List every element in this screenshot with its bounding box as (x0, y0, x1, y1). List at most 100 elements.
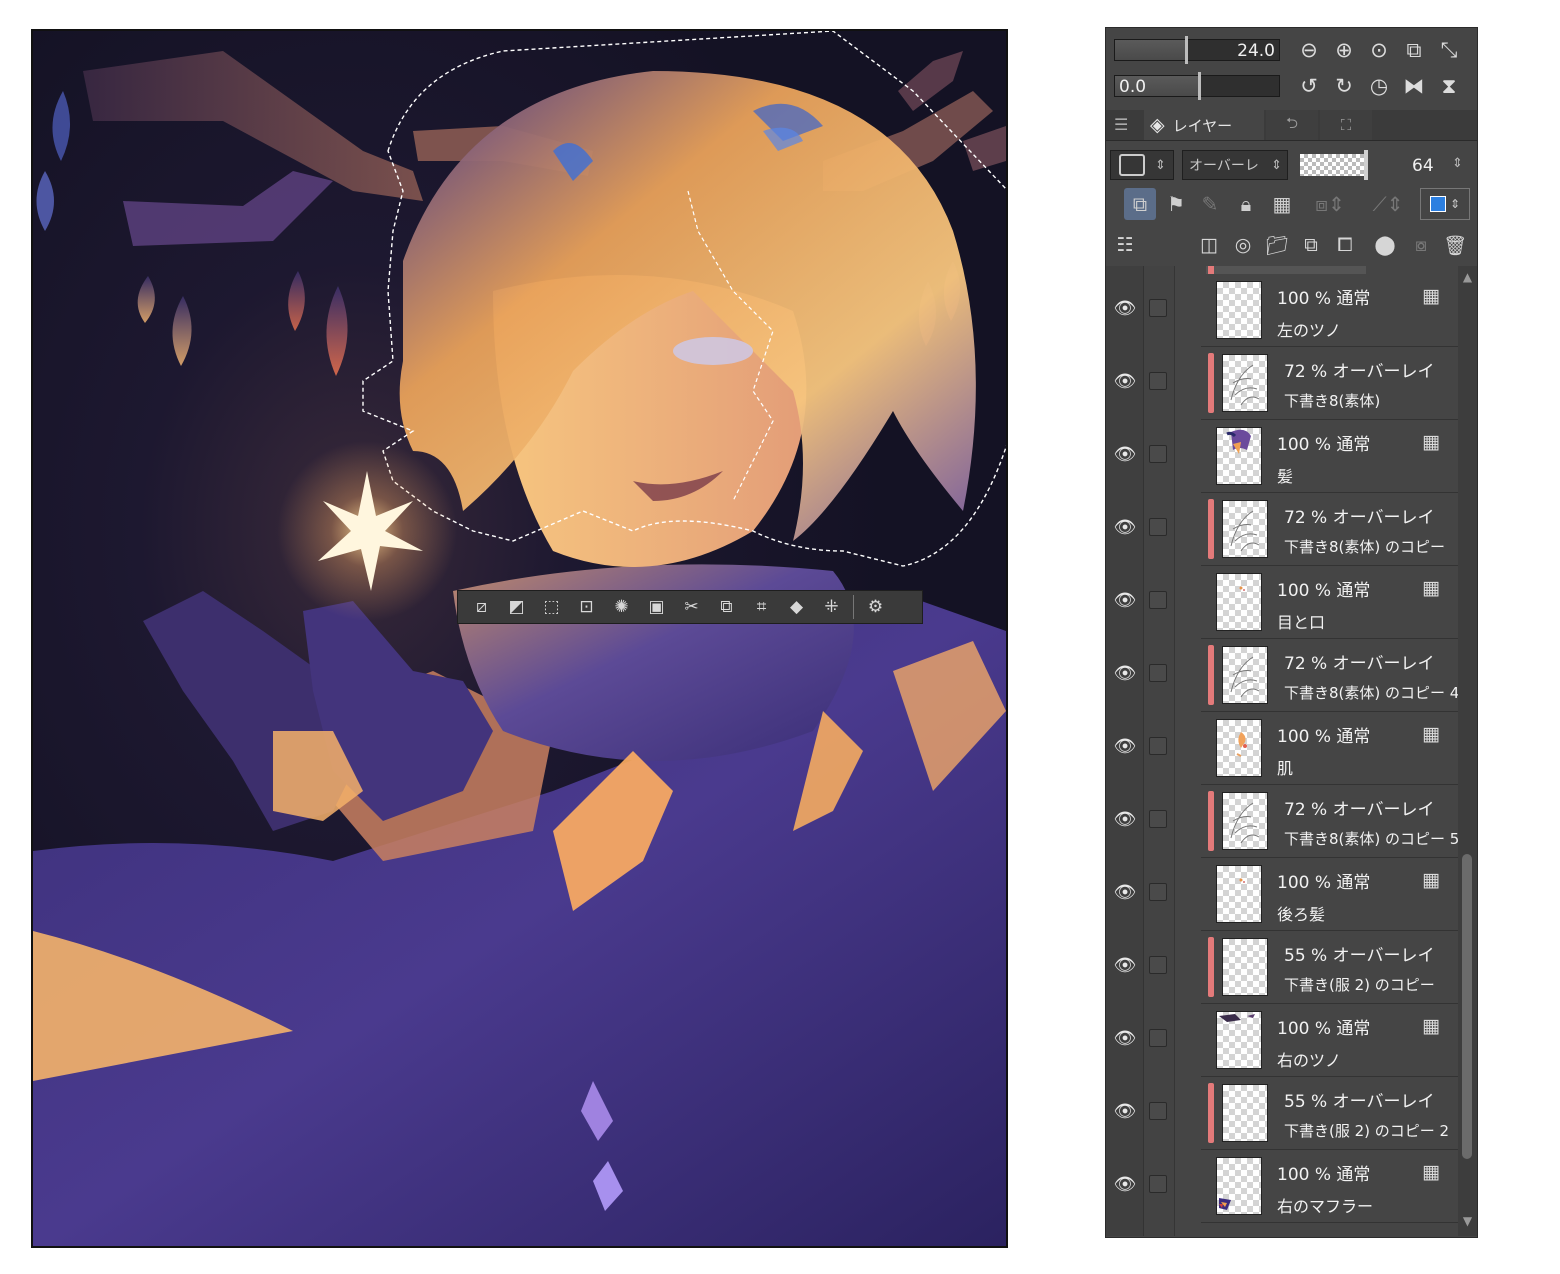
invert-selection-icon[interactable]: ◩ (499, 592, 534, 622)
rotation-slider[interactable]: 0.0 (1114, 72, 1280, 100)
layer-row[interactable]: 👁︎ 100 % 通常 後ろ髪 ▦ (1106, 858, 1458, 931)
layer-thumbnail[interactable] (1222, 938, 1268, 996)
reference-layer-icon[interactable]: ⚑ (1160, 188, 1192, 220)
eye-icon[interactable]: 👁︎ (1112, 517, 1138, 538)
layer-name[interactable]: 右のマフラー (1277, 1193, 1373, 1217)
layer-thumbnail[interactable] (1222, 354, 1268, 412)
ruler-toggle-icon[interactable]: ⟋⇕ (1366, 188, 1410, 220)
scroll-down-icon[interactable]: ▼ (1460, 1214, 1475, 1232)
edit-target-checkbox[interactable] (1149, 445, 1167, 463)
layer-row[interactable]: 👁︎ 55 % オーバーレイ 下書き(服 2) のコピー (1106, 931, 1458, 1004)
eye-icon[interactable]: 👁︎ (1112, 298, 1138, 319)
new-raster-layer-icon[interactable]: ◫ (1194, 230, 1224, 260)
create-mask-icon[interactable]: ⬤ (1370, 230, 1400, 260)
expression-color-select[interactable]: ⇕ (1110, 150, 1174, 180)
crop-icon[interactable]: ⌗ (744, 592, 779, 622)
lock-transparency-icon[interactable]: ▦ (1266, 188, 1298, 220)
layer-thumbnail[interactable] (1216, 427, 1262, 485)
edit-target-checkbox[interactable] (1149, 664, 1167, 682)
edit-target-checkbox[interactable] (1149, 1175, 1167, 1193)
layer-row[interactable]: 👁︎ 100 % 通常 右のツノ ▦ (1106, 1004, 1458, 1077)
rotate-right-icon[interactable]: ↻ (1328, 71, 1360, 101)
layer-name[interactable]: 下書き(服 2) のコピー 2 (1284, 1120, 1449, 1141)
eye-icon[interactable]: 👁︎ (1112, 882, 1138, 903)
layer-thumbnail[interactable] (1222, 792, 1268, 850)
edit-target-checkbox[interactable] (1149, 591, 1167, 609)
mask-toggle-icon[interactable]: ⧈⇕ (1308, 188, 1352, 220)
blend-mode-select[interactable]: オーバーレ ⇕ (1182, 150, 1288, 180)
edit-target-checkbox[interactable] (1149, 518, 1167, 536)
slider-knob[interactable] (1364, 150, 1368, 180)
new-vector-layer-icon[interactable]: ◎ (1228, 230, 1258, 260)
flip-vertical-icon[interactable]: ⧗ (1433, 71, 1465, 101)
edit-target-checkbox[interactable] (1149, 372, 1167, 390)
layer-name[interactable]: 肌 (1277, 755, 1293, 779)
shrink-selection-icon[interactable]: ⊡ (569, 592, 604, 622)
layer-row[interactable]: 👁︎ 72 % オーバーレイ 下書き8(素体) のコピー (1106, 493, 1458, 566)
layer-row[interactable]: 👁︎ 100 % 通常 目と口 ▦ (1106, 566, 1458, 639)
edit-target-checkbox[interactable] (1149, 883, 1167, 901)
layer-list-scrollbar[interactable]: ▲ ▼ (1458, 266, 1477, 1236)
eye-icon[interactable]: 👁︎ (1112, 955, 1138, 976)
panel-menu-icon[interactable]: ☰ (1114, 115, 1128, 134)
edit-target-checkbox[interactable] (1149, 1102, 1167, 1120)
layer-name[interactable]: 左のツノ (1277, 317, 1341, 341)
layer-name[interactable]: 下書き8(素体) のコピー (1284, 536, 1445, 557)
edit-target-checkbox[interactable] (1149, 737, 1167, 755)
copy-paste-icon[interactable]: ⧉ (709, 592, 744, 622)
fill-icon[interactable]: ◆ (779, 592, 814, 622)
cut-icon[interactable]: ✂ (674, 592, 709, 622)
slider-knob[interactable] (1185, 36, 1188, 64)
layer-list-menu-icon[interactable]: ☷ (1110, 230, 1140, 260)
layer-row[interactable]: 👁︎ 100 % 通常 左のツノ ▦ (1106, 274, 1458, 347)
eye-icon[interactable]: 👁︎ (1112, 736, 1138, 757)
layer-row[interactable]: 👁︎ 55 % オーバーレイ 下書き(服 2) のコピー 2 (1106, 1077, 1458, 1150)
rotate-left-icon[interactable]: ↺ (1293, 71, 1325, 101)
layer-name[interactable]: 下書き8(素体) のコピー 5 (1284, 828, 1458, 849)
deselect-icon[interactable]: ⧄ (464, 592, 499, 622)
trash-icon[interactable]: 🗑︎ (1440, 230, 1470, 260)
scroll-thumb[interactable] (1462, 854, 1472, 1159)
layer-row[interactable]: 👁︎ 72 % オーバーレイ 下書き8(素体) のコピー 5 (1106, 785, 1458, 858)
layer-name[interactable]: 下書き8(素体) のコピー 4 (1284, 682, 1458, 703)
canvas[interactable]: ⧄ ◩ ⬚ ⊡ ✺ ▣ ✂ ⧉ ⌗ ◆ ⁜ ⚙ (31, 29, 1008, 1248)
eye-icon[interactable]: 👁︎ (1112, 444, 1138, 465)
slider-knob[interactable] (1198, 72, 1201, 100)
opacity-slider[interactable] (1300, 150, 1368, 180)
fullscreen-icon[interactable]: ⤡ (1433, 35, 1465, 65)
clear-outside-icon[interactable]: ▣ (639, 592, 674, 622)
layer-name[interactable]: 下書き8(素体) (1284, 390, 1380, 411)
actual-size-icon[interactable]: ⊙ (1363, 35, 1395, 65)
layer-row[interactable]: 👁︎ 72 % オーバーレイ 下書き8(素体) のコピー 4 (1106, 639, 1458, 712)
layer-name[interactable]: 後ろ髪 (1277, 901, 1325, 925)
reset-rotation-icon[interactable]: ◷ (1363, 71, 1395, 101)
layer-thumbnail[interactable] (1216, 573, 1262, 631)
apply-mask-icon[interactable]: ⧇ (1406, 230, 1436, 260)
flip-horizontal-icon[interactable]: ⧓ (1398, 71, 1430, 101)
chevron-updown-icon[interactable]: ⇕ (1452, 156, 1463, 171)
eye-icon[interactable]: 👁︎ (1112, 809, 1138, 830)
layer-thumbnail[interactable] (1222, 500, 1268, 558)
zoom-out-icon[interactable]: ⊖ (1293, 35, 1325, 65)
artwork-illustration[interactable] (33, 31, 1006, 1246)
combine-with-layer-below-icon[interactable]: ⧠ (1330, 230, 1360, 260)
layer-thumbnail[interactable] (1216, 281, 1262, 339)
clip-to-layer-below-icon[interactable]: ⧉ (1124, 188, 1156, 220)
layer-thumbnail[interactable] (1222, 1084, 1268, 1142)
layer-thumbnail[interactable] (1216, 865, 1262, 923)
transfer-to-lower-layer-icon[interactable]: ⧉ (1296, 230, 1326, 260)
layer-row[interactable]: 👁︎ 100 % 通常肌 ▦ (1106, 712, 1458, 785)
edit-target-checkbox[interactable] (1149, 956, 1167, 974)
eye-icon[interactable]: 👁︎ (1112, 371, 1138, 392)
layer-color-icon[interactable]: ⇕ (1420, 188, 1470, 220)
layer-row[interactable]: 👁︎ 100 % 通常 右のマフラー ▦ (1106, 1150, 1458, 1223)
layer-thumbnail[interactable] (1222, 646, 1268, 704)
layer-row[interactable]: 👁︎ 100 % 通常髪 ▦ (1106, 420, 1458, 493)
edit-target-checkbox[interactable] (1149, 810, 1167, 828)
expand-selection-icon[interactable]: ⬚ (534, 592, 569, 622)
selection-settings-icon[interactable]: ⚙ (858, 592, 893, 622)
edit-target-checkbox[interactable] (1149, 299, 1167, 317)
eye-icon[interactable]: 👁︎ (1112, 1174, 1138, 1195)
brush-size-slider[interactable]: 24.0 (1114, 36, 1280, 64)
layer-name[interactable]: 髪 (1277, 463, 1293, 487)
